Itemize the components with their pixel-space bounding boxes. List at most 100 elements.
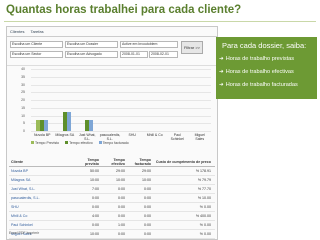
status-select[interactable]: Active em Invoutoblem [120, 41, 178, 48]
x-category-label: pascualerdis, S.L. [99, 133, 121, 141]
table-cell: 10:00 [116, 178, 125, 182]
legend-label: Tempo efectivo [69, 141, 93, 145]
client-name-link[interactable]: Milagros SA [9, 178, 73, 182]
column-header: Cliente [11, 159, 23, 164]
table-row[interactable]: Mhill & Co 4:00 0:00 0:00 % 400.00 [9, 212, 215, 221]
table-cell: 29:00 [116, 169, 125, 173]
table-cell: 0:00 [144, 232, 151, 236]
legend-swatch [98, 141, 102, 144]
legend-swatch [65, 141, 69, 144]
table-cell: 10:00 [90, 178, 99, 182]
hours-bar-chart: 40 35 30 25 20 15 10 5 0 Nuvola BP Milagros SA Just… [17, 67, 213, 155]
legend-item: Tempo Previsto [31, 141, 59, 145]
date-from-input[interactable]: 2008-01-01 [120, 51, 148, 58]
bullet-item: ➜ Horas de trabalho efectivas [219, 69, 294, 75]
arrow-right-icon: ➜ [219, 69, 224, 75]
app-window: Clientes Tarefas Escolha um Cliente Esco… [6, 26, 218, 240]
tab-clientes[interactable]: Clientes [10, 29, 24, 34]
bullet-item: ➜ Horas de trabalho facturadas [219, 82, 298, 88]
table-cell: % 77.70 [197, 187, 211, 191]
table-row[interactable]: Paul Schinkel 0:00 1:00 0:00 % 0.00 [9, 221, 215, 230]
tab-tarefas[interactable]: Tarefas [30, 29, 43, 34]
y-tick-label: 30 [21, 82, 25, 87]
table-cell: 29:00 [142, 169, 151, 173]
client-select[interactable]: Escolha um Cliente [10, 41, 63, 48]
legend-label: Tempo Previsto [35, 141, 60, 145]
y-tick-label: 0 [23, 129, 25, 133]
table-cell: 0:00 [144, 205, 151, 209]
client-name-link[interactable]: SHU [9, 205, 73, 209]
y-tick-label: 10 [21, 113, 25, 118]
x-category-label: Paul Schinkel [170, 133, 184, 141]
legend-item: Tempo facturado [98, 141, 129, 145]
table-cell: 10:00 [142, 178, 151, 182]
table-cell: 0:00 [144, 214, 151, 218]
column-header: Tempo efectivo [111, 157, 125, 166]
gridline [31, 107, 211, 109]
column-header: Tempo previsto [85, 157, 99, 166]
table-cell: 0:00 [144, 223, 151, 227]
table-row[interactable]: SHU 0:00 0:00 0:00 % 0.00 [9, 203, 215, 212]
table-row[interactable]: Just What, S.L. 7:00 0:00 0:00 % 77.70 [9, 185, 215, 194]
x-category-label: Milagros SA [55, 133, 75, 137]
table-cell: 0:00 [92, 196, 99, 200]
arrow-right-icon: ➜ [219, 56, 224, 62]
table-cell: 0:00 [92, 205, 99, 209]
filter-button[interactable]: Filtrar >> [181, 41, 203, 54]
table-cell: 0:00 [118, 196, 125, 200]
table-row[interactable]: Nuvola BP 50:00 29:00 29:00 % 178.91 [9, 167, 215, 176]
client-name-link[interactable]: Mhill & Co [9, 214, 73, 218]
column-header: Custo de cumprimento de preco [155, 159, 211, 164]
y-tick-label: 40 [21, 67, 25, 71]
arrow-right-icon: ➜ [219, 82, 224, 88]
bar-3 [89, 120, 94, 131]
table-cell: 0:00 [144, 196, 151, 200]
table-cell: 0:00 [118, 205, 125, 209]
gridline [31, 131, 211, 132]
date-to-input[interactable]: 2008-02-01 [149, 51, 178, 58]
legend-item: Tempo efectivo [65, 141, 93, 145]
table-cell: % 10.00 [197, 196, 211, 200]
client-name-link[interactable]: Nuvola BP [9, 169, 73, 173]
column-header: Tempo facturado [134, 157, 151, 166]
bar-3 [44, 120, 49, 131]
title-divider [4, 21, 316, 22]
table-header: Cliente Tempo previsto Tempo efectivo Te… [9, 157, 215, 167]
table-cell: % 0.00 [199, 232, 211, 236]
gridline [31, 123, 211, 125]
table-cell: 1:00 [118, 223, 125, 227]
y-tick-label: 25 [21, 90, 25, 95]
gridline [31, 84, 211, 86]
dossier-select[interactable]: Escolha um Dossier [65, 41, 118, 48]
table-cell: 0:00 [118, 187, 125, 191]
info-panel: Para cada dossier, saiba: ➜ Horas de trab… [216, 37, 317, 99]
gridline [31, 100, 211, 101]
table-cell: 10:00 [90, 232, 99, 236]
table-row[interactable]: Miguel Sales 10:00 0:00 0:00% 0.00 [9, 230, 215, 239]
bullet-item: ➜ Horas de trabalho previstas [219, 56, 294, 62]
bar-3 [66, 112, 71, 131]
client-name-link[interactable]: Just What, S.L. [9, 187, 73, 191]
sector-select[interactable]: Escolha um Sector [10, 51, 63, 58]
y-tick-label: 5 [23, 121, 25, 126]
client-name-link[interactable]: pascualerdis, S.L. [9, 196, 73, 200]
table-row[interactable]: Milagros SA 10:00 10:00 10:00 % 79.79 [9, 176, 215, 185]
filter-bar: Escolha um Cliente Escolha um Dossier Ac… [7, 37, 217, 66]
y-tick-label: 20 [21, 98, 25, 102]
table-cell: 4:00 [92, 214, 99, 218]
table-cell: % 178.91 [195, 169, 211, 173]
table-row[interactable]: pascualerdis, S.L. 0:00 0:00 0:00 % 10.00 [9, 194, 215, 203]
client-name-link[interactable]: Paul Schinkel [9, 223, 73, 227]
bullet-text: Horas de trabalho efectivas [225, 69, 294, 75]
table-cell: % 79.79 [197, 178, 211, 182]
table-cell: 0:00 [118, 232, 125, 236]
table-cell: 7:00 [92, 187, 99, 191]
tab-bar: Clientes Tarefas [7, 27, 217, 37]
page-title: Quantas horas trabalhei para cada client… [6, 4, 242, 16]
legend-label: Tempo facturado [102, 141, 129, 145]
table-cell: % 0.00 [199, 223, 211, 227]
export-links[interactable]: Excel PDF Imprimir [9, 231, 39, 235]
lawyer-select[interactable]: Escolha um Advogado [65, 51, 118, 58]
table-cell: 50:00 [90, 169, 99, 173]
x-category-label: Miguel Sales [194, 133, 205, 141]
